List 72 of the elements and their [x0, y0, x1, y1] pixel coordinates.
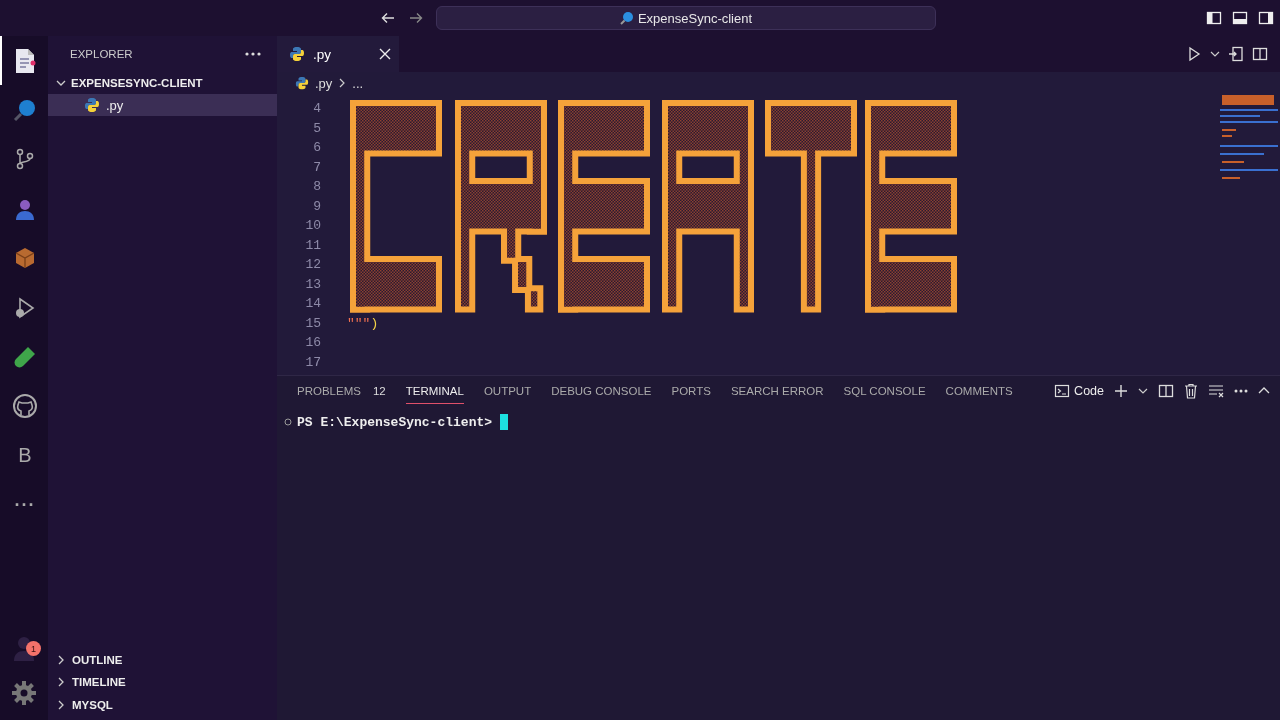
- breadcrumb-item[interactable]: ...: [352, 75, 364, 91]
- more-actions-icon[interactable]: [245, 52, 261, 56]
- line-number: 7: [312, 159, 321, 175]
- line-number: 15: [304, 315, 321, 331]
- more-icon: ···: [14, 494, 36, 516]
- code-line: """): [347, 315, 379, 331]
- line-number: 14: [304, 296, 321, 312]
- line-number: 9: [312, 198, 321, 214]
- panel-layout-icon[interactable]: [1232, 10, 1248, 26]
- panel-tab[interactable]: DEBUG CONSOLE: [551, 378, 652, 404]
- github-icon: [12, 393, 38, 420]
- section-header[interactable]: OUTLINE: [48, 648, 277, 671]
- search-icon: [619, 11, 634, 25]
- line-number: 5: [312, 120, 321, 136]
- python-icon: [295, 76, 309, 90]
- command-search-field[interactable]: ExpenseSync-client: [436, 6, 936, 30]
- open-changes-icon[interactable]: [1228, 46, 1244, 62]
- panel-tab[interactable]: TERMINAL: [405, 378, 464, 404]
- clear-icon[interactable]: [1208, 384, 1224, 398]
- line-number: 13: [304, 276, 321, 292]
- secondary-sidebar-icon[interactable]: [1258, 10, 1274, 26]
- section-header[interactable]: MYSQL: [48, 693, 277, 716]
- trash-icon[interactable]: [1184, 383, 1198, 399]
- line-number: 16: [304, 335, 321, 351]
- package-icon: [13, 246, 37, 271]
- terminal-prompt: PS E:\ExpenseSync-client>: [297, 414, 493, 430]
- panel-tab[interactable]: OUTPUT: [483, 378, 532, 404]
- split-terminal-icon[interactable]: [1158, 383, 1174, 399]
- python-icon: [84, 97, 100, 113]
- line-number: 10: [304, 218, 321, 234]
- file-item[interactable]: .py: [48, 94, 277, 116]
- close-icon[interactable]: [379, 48, 391, 60]
- chevron-down-icon[interactable]: [1210, 49, 1220, 59]
- terminal-icon: [1054, 383, 1071, 399]
- line-number: 12: [304, 257, 321, 273]
- search-icon: [12, 97, 38, 124]
- line-number: 4: [312, 101, 321, 117]
- panel-tab[interactable]: PORTS: [671, 378, 711, 404]
- flask-icon: [13, 345, 37, 370]
- panel-tab[interactable]: PROBLEMS 12: [297, 378, 386, 404]
- run-icon[interactable]: [1186, 46, 1202, 62]
- panel-tab[interactable]: COMMENTS: [945, 378, 1013, 404]
- sidebar-title: EXPLORER: [70, 48, 133, 60]
- chevron-up-icon[interactable]: [1258, 386, 1270, 396]
- line-number: 17: [304, 354, 321, 370]
- forward-arrow-icon[interactable]: [408, 10, 424, 26]
- line-number: 11: [304, 237, 321, 253]
- more-actions-icon[interactable]: [1234, 389, 1248, 393]
- breadcrumb-item[interactable]: .py: [315, 75, 333, 91]
- terminal-cursor: [500, 414, 509, 430]
- problem-count: 12: [372, 384, 386, 397]
- line-number: 8: [312, 179, 321, 195]
- split-editor-icon[interactable]: [1252, 46, 1268, 62]
- folder-header[interactable]: EXPENSESYNC-CLIENT: [48, 72, 277, 94]
- line-number: 6: [312, 140, 321, 156]
- panel-tab[interactable]: SQL CONSOLE: [843, 378, 926, 404]
- b-letter: B: [18, 444, 32, 468]
- activity-item[interactable]: B: [0, 431, 48, 481]
- panel-tab[interactable]: SEARCH ERROR: [730, 378, 824, 404]
- chevron-down-icon[interactable]: [1138, 386, 1148, 396]
- chevron-icon: [338, 78, 347, 88]
- terminal-profile-button[interactable]: Code: [1054, 383, 1104, 399]
- activity-item[interactable]: ···: [0, 480, 48, 530]
- section-header[interactable]: TIMELINE: [48, 671, 277, 694]
- plus-icon[interactable]: [1114, 384, 1128, 398]
- status-circle-icon: [284, 418, 292, 426]
- editor-tab[interactable]: .py: [277, 36, 399, 72]
- back-arrow-icon[interactable]: [380, 10, 396, 26]
- sidebar-layout-icon[interactable]: [1206, 10, 1222, 26]
- run-debug-icon: [13, 295, 37, 320]
- python-icon: [289, 46, 305, 62]
- settings-icon[interactable]: [11, 680, 37, 706]
